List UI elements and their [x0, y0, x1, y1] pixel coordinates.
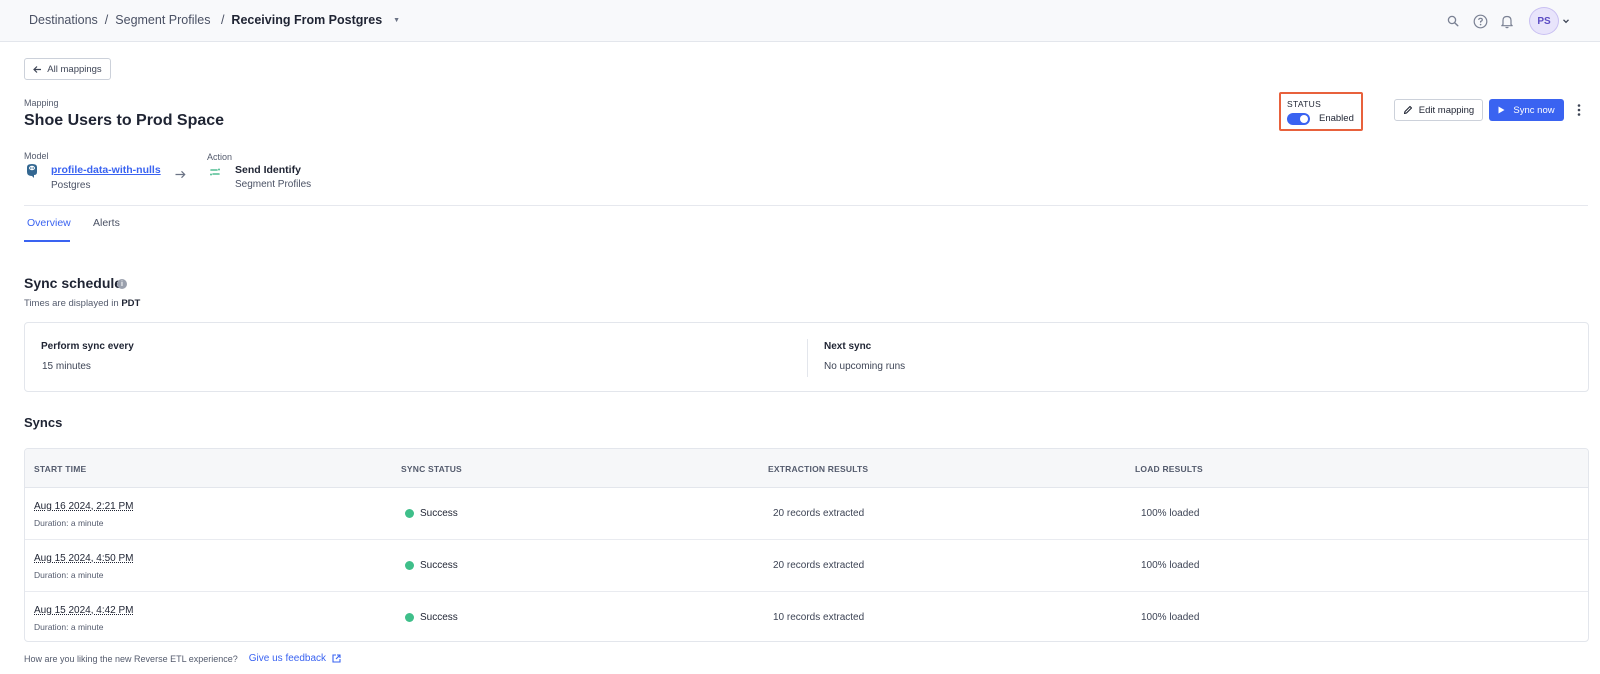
column-load-results: LOAD RESULTS [1135, 464, 1203, 474]
success-dot-icon [405, 561, 414, 570]
sync-status-text: Success [420, 560, 458, 571]
column-sync-status: SYNC STATUS [401, 464, 462, 474]
edit-mapping-label: Edit mapping [1418, 104, 1475, 116]
action-destination: Segment Profiles [235, 179, 312, 190]
breadcrumb-destinations[interactable]: Destinations [29, 13, 98, 27]
model-source: Postgres [51, 180, 91, 191]
mapping-label: Mapping [24, 98, 59, 108]
sync-status: Success [405, 612, 458, 623]
timezone-note: Times are displayed in PDT [24, 298, 140, 309]
sync-start-time[interactable]: Aug 15 2024, 4:42 PM [34, 605, 134, 616]
action-label: Action [207, 152, 233, 162]
tab-active-indicator [24, 240, 70, 242]
sync-start-time[interactable]: Aug 15 2024, 4:50 PM [34, 553, 134, 564]
breadcrumb: Destinations / Segment Profiles / Receiv… [29, 13, 400, 27]
load-result: 100% loaded [1141, 508, 1200, 519]
timezone-prefix: Times are displayed in [24, 298, 119, 309]
page-title: Shoe Users to Prod Space [24, 112, 225, 129]
top-bar: Destinations / Segment Profiles / Receiv… [0, 0, 1600, 42]
syncs-title: Syncs [24, 415, 63, 430]
help-icon[interactable] [1471, 12, 1489, 30]
next-sync-label: Next sync [824, 341, 872, 352]
sync-status-text: Success [420, 508, 458, 519]
arrow-left-icon [33, 65, 42, 73]
all-mappings-label: All mappings [47, 63, 102, 75]
success-dot-icon [405, 613, 414, 622]
feedback-bar: How are you liking the new Reverse ETL e… [24, 653, 341, 664]
notification-bell-icon[interactable] [1498, 12, 1516, 30]
breadcrumb-separator: / [217, 13, 225, 27]
perform-sync-value: 15 minutes [42, 361, 91, 372]
feedback-question: How are you liking the new Reverse ETL e… [24, 653, 238, 664]
sync-status: Success [405, 560, 458, 571]
status-toggle[interactable] [1287, 113, 1310, 125]
model-link[interactable]: profile-data-with-nulls [51, 164, 161, 176]
column-extraction-results: EXTRACTION RESULTS [768, 464, 869, 474]
breadcrumb-current[interactable]: Receiving From Postgres [231, 13, 382, 27]
table-row[interactable]: Aug 15 2024, 4:42 PM Duration: a minute … [25, 592, 1588, 641]
search-icon[interactable] [1444, 12, 1462, 30]
tab-alerts[interactable]: Alerts [93, 217, 120, 229]
table-row[interactable]: Aug 16 2024, 2:21 PM Duration: a minute … [25, 488, 1588, 540]
play-icon [1498, 106, 1505, 114]
chevron-down-icon[interactable] [1562, 17, 1570, 25]
sync-now-button[interactable]: Sync now [1489, 99, 1564, 121]
divider [24, 205, 1588, 206]
sync-schedule-title: Sync schedule [24, 275, 123, 291]
card-divider [807, 339, 808, 377]
syncs-table: START TIME SYNC STATUS EXTRACTION RESULT… [24, 448, 1589, 642]
breadcrumb-dropdown-icon[interactable]: ▼ [393, 17, 400, 24]
info-icon[interactable]: i [117, 279, 127, 289]
schedule-card: Perform sync every 15 minutes Next sync … [24, 322, 1589, 392]
extraction-result: 10 records extracted [773, 612, 865, 623]
success-dot-icon [405, 509, 414, 518]
arrow-right-icon [175, 168, 186, 182]
sync-now-label: Sync now [1513, 104, 1555, 116]
timezone-value: PDT [121, 298, 141, 309]
action-name: Send Identify [235, 164, 301, 176]
column-start-time: START TIME [34, 464, 87, 474]
table-row[interactable]: Aug 15 2024, 4:50 PM Duration: a minute … [25, 540, 1588, 592]
external-link-icon[interactable] [332, 654, 341, 663]
extraction-result: 20 records extracted [773, 560, 865, 571]
segment-icon [209, 166, 221, 178]
postgres-icon [24, 163, 40, 179]
more-options-icon[interactable] [1572, 100, 1586, 120]
all-mappings-button[interactable]: All mappings [24, 58, 111, 80]
status-panel: STATUS Enabled [1279, 92, 1363, 131]
status-toggle-label: Enabled [1319, 113, 1354, 124]
status-label: STATUS [1287, 99, 1322, 109]
pencil-icon [1403, 105, 1412, 115]
toggle-knob [1300, 115, 1308, 123]
sync-duration: Duration: a minute [34, 518, 104, 528]
give-feedback-link[interactable]: Give us feedback [249, 653, 326, 664]
tab-overview[interactable]: Overview [27, 217, 71, 229]
load-result: 100% loaded [1141, 560, 1200, 571]
perform-sync-label: Perform sync every [41, 341, 134, 352]
sync-duration: Duration: a minute [34, 570, 104, 580]
model-label: Model [24, 151, 49, 161]
top-bar-actions: PS [1435, 7, 1570, 35]
edit-mapping-button[interactable]: Edit mapping [1394, 99, 1483, 121]
sync-status-text: Success [420, 612, 458, 623]
breadcrumb-segment-profiles[interactable]: Segment Profiles [115, 13, 210, 27]
next-sync-value: No upcoming runs [824, 361, 906, 372]
load-result: 100% loaded [1141, 612, 1200, 623]
avatar[interactable]: PS [1529, 7, 1559, 35]
extraction-result: 20 records extracted [773, 508, 865, 519]
sync-duration: Duration: a minute [34, 622, 104, 632]
breadcrumb-separator: / [104, 13, 109, 27]
sync-start-time[interactable]: Aug 16 2024, 2:21 PM [34, 501, 134, 512]
table-header: START TIME SYNC STATUS EXTRACTION RESULT… [25, 449, 1588, 488]
sync-status: Success [405, 508, 458, 519]
